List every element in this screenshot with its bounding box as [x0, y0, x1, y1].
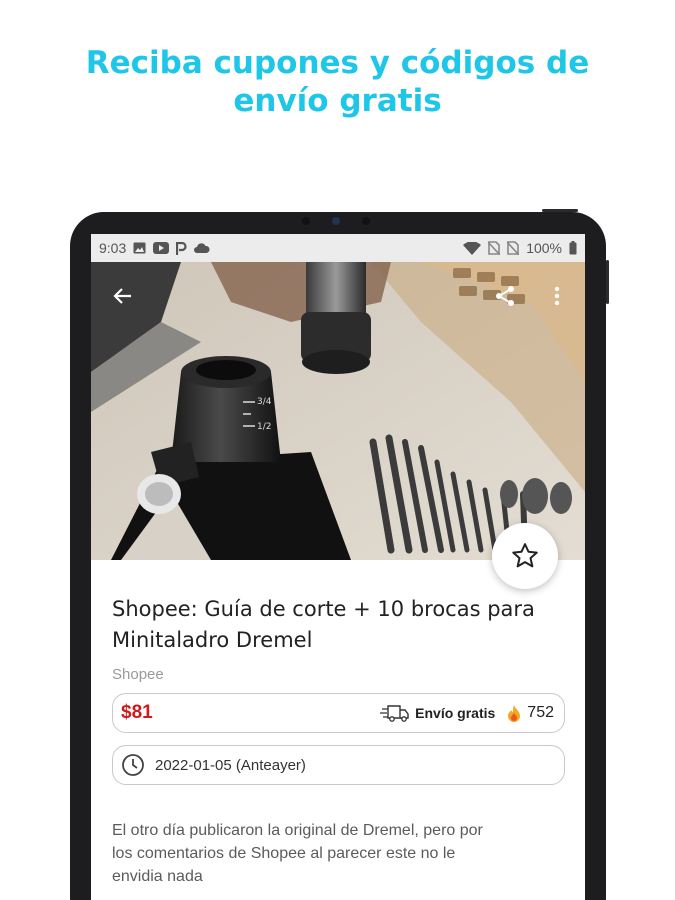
product-image: 3/4 1/2: [91, 262, 585, 560]
free-shipping-label: Envío gratis: [415, 705, 496, 721]
fire-icon: [506, 704, 522, 722]
battery-percent: 100%: [526, 240, 562, 256]
deal-title-line1: Shopee: Guía de corte + 10 brocas para: [112, 597, 535, 621]
deal-details: Shopee: Guía de corte + 10 brocas para M…: [91, 594, 585, 888]
truck-icon: [380, 703, 410, 723]
star-outline-icon: [510, 541, 540, 571]
camera-lens: [332, 217, 340, 225]
deal-description-line2: los comentarios de Shopee al parecer est…: [112, 845, 456, 862]
deal-date: 2022-01-05 (Anteayer): [155, 756, 306, 774]
no-sim-icon: [488, 241, 501, 255]
tablet-frame: 9:03 100% 3/4 1/2 Shopee: Guía de corte …: [70, 209, 609, 900]
price-row: $81 Envío gratis 752: [112, 693, 565, 733]
status-bar: 9:03 100%: [91, 234, 585, 262]
favorite-button[interactable]: [492, 523, 558, 589]
youtube-icon: [153, 242, 170, 254]
heat-count: 752: [527, 704, 554, 721]
promo-headline: Reciba cupones y códigos de envío gratis: [0, 44, 675, 120]
battery-icon: [569, 241, 577, 255]
back-button[interactable]: [107, 280, 139, 312]
app-screen: 9:03 100% 3/4 1/2 Shopee: Guía de corte …: [91, 234, 585, 900]
svg-text:3/4: 3/4: [257, 397, 272, 407]
status-time: 9:03: [99, 240, 127, 256]
promo-headline-line1: Reciba cupones y códigos de: [85, 45, 590, 81]
wifi-icon: [463, 241, 482, 255]
camera-dot: [302, 217, 310, 225]
share-button[interactable]: [489, 280, 521, 312]
volume-button: [606, 260, 609, 304]
deal-title-line2: Minitaladro Dremel: [112, 628, 313, 652]
image-icon: [133, 242, 146, 254]
clock-icon: [121, 753, 145, 777]
deal-description: El otro día publicaron la original de Dr…: [112, 819, 565, 888]
arrow-back-icon: [113, 286, 133, 306]
power-button: [542, 209, 578, 212]
no-sim-icon: [507, 241, 520, 255]
more-options-button[interactable]: [541, 280, 573, 312]
sensor-dot: [362, 217, 370, 225]
promo-headline-line2: envío gratis: [233, 83, 442, 119]
share-icon: [494, 285, 516, 307]
cloud-icon: [194, 242, 210, 254]
deal-price: $81: [121, 702, 153, 723]
date-row: 2022-01-05 (Anteayer): [112, 745, 565, 785]
deal-description-line3: envidia nada: [112, 868, 203, 885]
store-name[interactable]: Shopee: [112, 666, 565, 683]
deal-title: Shopee: Guía de corte + 10 brocas para M…: [112, 594, 565, 656]
parking-icon: [176, 241, 187, 255]
svg-text:1/2: 1/2: [257, 422, 271, 432]
more-vert-icon: [554, 286, 560, 306]
deal-description-line1: El otro día publicaron la original de Dr…: [112, 822, 483, 839]
